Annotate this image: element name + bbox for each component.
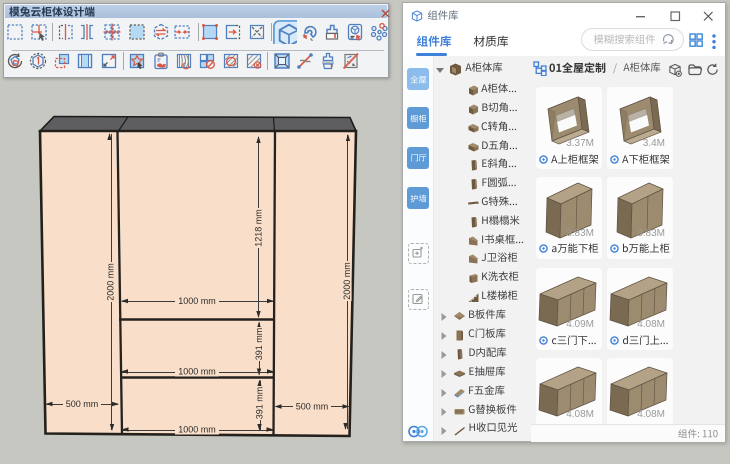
svg-text:1218 mm: 1218 mm <box>254 209 264 247</box>
svg-text:1000 mm: 1000 mm <box>178 425 216 435</box>
svg-text:2000 mm: 2000 mm <box>106 263 116 301</box>
svg-text:500 mm: 500 mm <box>66 399 99 409</box>
svg-text:391 mm: 391 mm <box>254 328 264 361</box>
svg-text:1000 mm: 1000 mm <box>178 367 216 377</box>
svg-text:2000 mm: 2000 mm <box>342 262 352 300</box>
svg-text:1000 mm: 1000 mm <box>178 296 216 306</box>
svg-text:391 mm: 391 mm <box>255 387 265 420</box>
svg-text:500 mm: 500 mm <box>296 402 329 412</box>
